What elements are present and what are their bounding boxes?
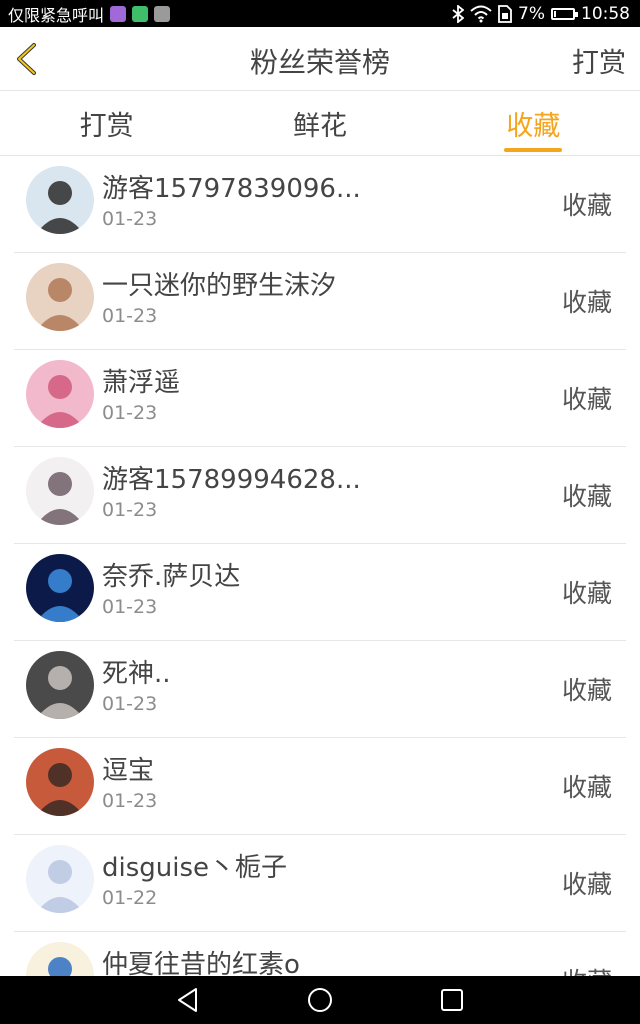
sim-icon (498, 4, 512, 23)
list-item[interactable]: 游客15797839096... 01-23 收藏 (14, 156, 626, 253)
battery-percent: 7% (518, 3, 545, 24)
tab-favorites[interactable]: 收藏 (427, 91, 640, 155)
favorite-label[interactable]: 收藏 (562, 671, 612, 707)
user-name: 游客15797839096... (102, 174, 361, 204)
clock: 10:58 (581, 3, 630, 24)
avatar[interactable] (26, 748, 94, 816)
app-icon-green (132, 5, 149, 22)
reward-header-button[interactable]: 打赏 (572, 41, 626, 80)
tab-reward[interactable]: 打赏 (0, 91, 213, 155)
avatar[interactable] (26, 845, 94, 913)
date: 01-23 (102, 596, 158, 618)
date: 01-22 (102, 887, 158, 909)
user-name: 仲夏往昔的红素o (102, 950, 300, 976)
date: 01-23 (102, 499, 158, 521)
date: 01-23 (102, 790, 158, 812)
avatar[interactable] (26, 651, 94, 719)
favorite-label[interactable]: 收藏 (562, 380, 612, 416)
favorite-label[interactable]: 收藏 (562, 283, 612, 319)
app-icon-purple (110, 5, 127, 22)
favorite-label[interactable]: 收藏 (562, 574, 612, 610)
screen: 仅限紧急呼叫 7% 10:58 粉丝荣誉榜 打赏 打赏 鲜花 收藏 游客1579… (0, 0, 640, 1024)
user-name: 游客15789994628... (102, 465, 361, 495)
date: 01-23 (102, 693, 158, 715)
favorite-label[interactable]: 收藏 (562, 186, 612, 222)
list-item[interactable]: 逗宝 01-23 收藏 (14, 738, 626, 835)
nav-back-button[interactable] (168, 984, 208, 1016)
active-tab-indicator (504, 148, 563, 152)
date: 01-23 (102, 305, 158, 327)
date: 01-23 (102, 402, 158, 424)
user-name: 一只迷你的野生沫汐 (102, 271, 337, 301)
avatar[interactable] (26, 457, 94, 525)
list-item[interactable]: 萧浮遥 01-23 收藏 (14, 350, 626, 447)
tab-label: 鲜花 (292, 110, 347, 142)
avatar[interactable] (26, 263, 94, 331)
tab-label: 收藏 (506, 110, 561, 142)
avatar[interactable] (26, 942, 94, 976)
list-item[interactable]: 一只迷你的野生沫汐 01-23 收藏 (14, 253, 626, 350)
avatar[interactable] (26, 554, 94, 622)
status-right: 7% 10:58 (452, 4, 640, 24)
nav-home-button[interactable] (300, 984, 340, 1016)
app-icon-gray (154, 5, 171, 22)
avatar[interactable] (26, 166, 94, 234)
list-item[interactable]: 死神.. 01-23 收藏 (14, 641, 626, 738)
carrier-text: 仅限紧急呼叫 (8, 5, 105, 25)
status-left: 仅限紧急呼叫 (0, 2, 171, 26)
tab-bar: 打赏 鲜花 收藏 (0, 91, 640, 156)
page-title: 粉丝荣誉榜 (249, 46, 390, 79)
battery-icon (551, 7, 578, 20)
avatar[interactable] (26, 360, 94, 428)
favorite-label[interactable]: 收藏 (562, 768, 612, 804)
status-bar: 仅限紧急呼叫 7% 10:58 (0, 0, 640, 27)
recents-square-icon (441, 989, 463, 1011)
user-name: disguise丶栀子 (102, 853, 288, 883)
user-name: 死神.. (102, 659, 171, 689)
header: 粉丝荣誉榜 打赏 (0, 27, 640, 91)
tab-label: 打赏 (79, 110, 134, 142)
tab-flowers[interactable]: 鲜花 (213, 91, 426, 155)
user-name: 奈乔.萨贝达 (102, 562, 241, 592)
favorite-label[interactable]: 收藏 (562, 865, 612, 901)
favorite-label[interactable]: 收藏 (562, 477, 612, 513)
wifi-icon (470, 5, 492, 22)
list-item[interactable]: disguise丶栀子 01-22 收藏 (14, 835, 626, 932)
user-name: 萧浮遥 (102, 368, 181, 398)
list-item[interactable]: 奈乔.萨贝达 01-23 收藏 (14, 544, 626, 641)
favorite-label[interactable]: 收藏 (562, 962, 612, 976)
navigation-bar (0, 976, 640, 1024)
bluetooth-icon (452, 4, 465, 23)
fan-list[interactable]: 游客15797839096... 01-23 收藏 一只迷你的野生沫汐 01-23 收藏萧… (0, 156, 640, 976)
back-triangle-icon (178, 988, 197, 1012)
list-item[interactable]: 游客15789994628... 01-23 收藏 (14, 447, 626, 544)
home-circle-icon (308, 988, 332, 1012)
nav-recents-button[interactable] (432, 984, 472, 1016)
date: 01-23 (102, 208, 158, 230)
user-name: 逗宝 (102, 756, 155, 786)
list-item[interactable]: 仲夏往昔的红素o 收藏 (14, 932, 626, 976)
